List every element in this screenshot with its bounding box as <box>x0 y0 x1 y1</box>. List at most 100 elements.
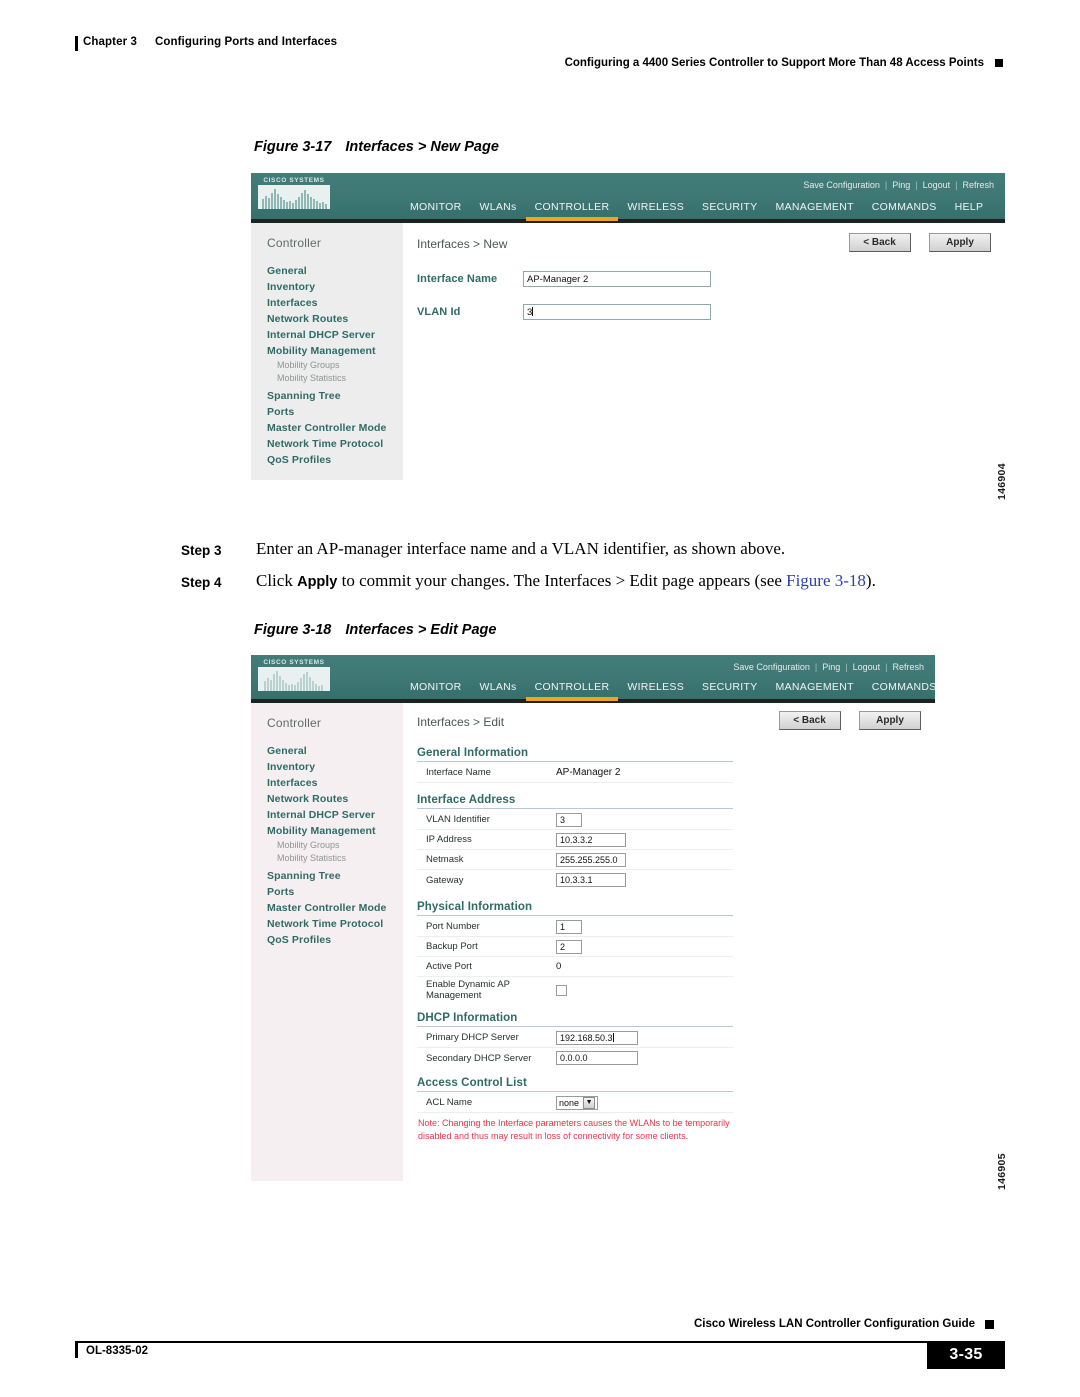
secondary-dhcp-server-input[interactable]: 0.0.0.0 <box>556 1051 638 1065</box>
interface-name-label-new: Interface Name <box>417 273 498 285</box>
logout-link-edit[interactable]: Logout <box>849 662 885 672</box>
wlc-main-nav-new[interactable]: MONITOR WLANs CONTROLLER WIRELESS SECURITY MA… <box>251 197 1005 221</box>
step-4-figure-xref[interactable]: Figure 3-18 <box>786 571 866 590</box>
sidebar-item-qos-profiles-new[interactable]: QoS Profiles <box>251 452 403 468</box>
sidebar-item-inventory-edit[interactable]: Inventory <box>251 759 403 775</box>
netmask-input[interactable]: 255.255.255.0 <box>556 852 626 867</box>
wlc-sidebar-new: Controller General Inventory Interfaces … <box>251 223 403 480</box>
nav-controller-edit[interactable]: CONTROLLER <box>525 679 619 701</box>
sidebar-item-inventory-new[interactable]: Inventory <box>251 279 403 295</box>
acl-name-select[interactable]: none ▼ <box>556 1095 599 1110</box>
save-configuration-link-edit[interactable]: Save Configuration <box>729 662 814 672</box>
sidebar-item-network-routes-new[interactable]: Network Routes <box>251 311 403 327</box>
nav-help-new[interactable]: HELP <box>946 199 993 217</box>
active-port-label: Active Port <box>426 961 472 972</box>
nav-wlans-new[interactable]: WLANs <box>471 199 526 217</box>
apply-button-edit[interactable]: Apply <box>859 711 921 730</box>
sidebar-title-new: Controller <box>267 236 322 250</box>
wlc-main-nav-edit[interactable]: MONITOR WLANs CONTROLLER WIRELESS SECURITY MA… <box>251 677 935 701</box>
sidebar-item-internal-dhcp-server-edit[interactable]: Internal DHCP Server <box>251 807 403 823</box>
vlan-identifier-input[interactable]: 3 <box>556 812 582 827</box>
sidebar-item-spanning-tree-edit[interactable]: Spanning Tree <box>251 868 403 884</box>
step-3-label: Step 3 <box>181 543 222 558</box>
nav-wireless-edit[interactable]: WIRELESS <box>618 679 693 697</box>
wlc-header-bar-edit: CISCO SYSTEMS Save Configuration | Ping … <box>251 655 935 701</box>
refresh-link-new[interactable]: Refresh <box>958 180 998 190</box>
primary-dhcp-server-input[interactable]: 192.168.50.3 <box>556 1030 638 1045</box>
nav-monitor-new[interactable]: MONITOR <box>401 199 471 217</box>
ip-address-input[interactable]: 10.3.3.2 <box>556 832 626 847</box>
nav-wlans-edit[interactable]: WLANs <box>471 679 526 697</box>
sidebar-item-general-edit[interactable]: General <box>251 743 403 759</box>
sidebar-item-mobility-management-new[interactable]: Mobility Management <box>251 343 403 359</box>
breadcrumb-new: Interfaces > New <box>417 237 508 251</box>
figure-3-17-id: 146904 <box>996 463 1008 500</box>
chevron-down-icon[interactable]: ▼ <box>583 1096 596 1109</box>
vlan-id-input-new[interactable]: 3 <box>523 304 711 320</box>
sidebar-item-network-time-protocol-edit[interactable]: Network Time Protocol <box>251 916 403 932</box>
secondary-dhcp-server-label: Secondary DHCP Server <box>426 1052 532 1064</box>
sidebar-item-network-time-protocol-new[interactable]: Network Time Protocol <box>251 436 403 452</box>
port-number-input[interactable]: 1 <box>556 919 582 934</box>
sidebar-item-master-controller-mode-edit[interactable]: Master Controller Mode <box>251 900 403 916</box>
interface-name-input-new[interactable]: AP-Manager 2 <box>523 271 711 287</box>
enable-dynamic-ap-management-checkbox[interactable] <box>556 984 567 996</box>
back-button-new[interactable]: < Back <box>848 233 911 252</box>
acl-name-selected-value: none <box>559 1097 580 1108</box>
nav-controller-new[interactable]: CONTROLLER <box>525 199 619 221</box>
sidebar-item-qos-profiles-edit[interactable]: QoS Profiles <box>251 932 403 948</box>
general-interface-name-row: Interface Name AP-Manager 2 <box>417 763 733 783</box>
vlan-id-row-new: VLAN Id 3 <box>417 304 993 320</box>
ip-address-row: IP Address 10.3.3.2 <box>417 830 733 850</box>
nav-security-new[interactable]: SECURITY <box>693 199 767 217</box>
wlc-top-links-edit[interactable]: Save Configuration | Ping | Logout | Refresh <box>729 662 928 672</box>
logout-link-new[interactable]: Logout <box>919 180 955 190</box>
sidebar-item-mobility-statistics-new[interactable]: Mobility Statistics <box>251 372 403 385</box>
interface-address-rule <box>417 808 733 809</box>
vlan-identifier-label: VLAN Identifier <box>426 814 490 825</box>
sidebar-item-interfaces-new[interactable]: Interfaces <box>251 295 403 311</box>
refresh-link-edit[interactable]: Refresh <box>888 662 928 672</box>
step-4-bold-apply: Apply <box>297 574 338 590</box>
backup-port-input[interactable]: 2 <box>556 939 582 954</box>
sidebar-item-ports-edit[interactable]: Ports <box>251 884 403 900</box>
nav-monitor-edit[interactable]: MONITOR <box>401 679 471 697</box>
nav-commands-edit[interactable]: COMMANDS <box>863 679 935 697</box>
sidebar-item-mobility-statistics-edit[interactable]: Mobility Statistics <box>251 852 403 865</box>
primary-dhcp-server-label: Primary DHCP Server <box>426 1032 519 1043</box>
nav-management-new[interactable]: MANAGEMENT <box>767 199 863 217</box>
wlc-top-links-new[interactable]: Save Configuration | Ping | Logout | Refresh <box>799 180 998 190</box>
sidebar-item-master-controller-mode-new[interactable]: Master Controller Mode <box>251 420 403 436</box>
sidebar-item-network-routes-edit[interactable]: Network Routes <box>251 791 403 807</box>
step-3-text: Enter an AP-manager interface name and a… <box>256 539 786 558</box>
physical-information-rule <box>417 915 733 916</box>
nav-commands-new[interactable]: COMMANDS <box>863 199 946 217</box>
interface-name-row-new: Interface Name AP-Manager 2 <box>417 271 993 287</box>
text-caret-dhcp <box>612 1032 614 1042</box>
sidebar-item-mobility-groups-new[interactable]: Mobility Groups <box>251 359 403 372</box>
figure-3-18-caption: Figure 3-18 Interfaces > Edit Page <box>254 622 496 638</box>
apply-button-new[interactable]: Apply <box>929 233 991 252</box>
back-button-edit[interactable]: < Back <box>778 711 841 730</box>
sidebar-item-internal-dhcp-server-new[interactable]: Internal DHCP Server <box>251 327 403 343</box>
save-configuration-link-new[interactable]: Save Configuration <box>799 180 884 190</box>
cisco-logo-text-new: CISCO SYSTEMS <box>263 177 325 184</box>
figure-3-17-caption: Figure 3-17 Interfaces > New Page <box>254 139 499 155</box>
sidebar-item-spanning-tree-new[interactable]: Spanning Tree <box>251 388 403 404</box>
sidebar-item-mobility-groups-edit[interactable]: Mobility Groups <box>251 839 403 852</box>
interfaces-edit-screenshot: CISCO SYSTEMS Save Configuration | Ping … <box>251 655 935 1181</box>
nav-management-edit[interactable]: MANAGEMENT <box>767 679 863 697</box>
sidebar-item-general-new[interactable]: General <box>251 263 403 279</box>
step-4-tail: ). <box>865 571 876 590</box>
nav-security-edit[interactable]: SECURITY <box>693 679 767 697</box>
sidebar-item-interfaces-edit[interactable]: Interfaces <box>251 775 403 791</box>
sidebar-item-ports-new[interactable]: Ports <box>251 404 403 420</box>
acl-name-row: ACL Name none ▼ <box>417 1093 733 1113</box>
ping-link-new[interactable]: Ping <box>888 180 914 190</box>
ping-link-edit[interactable]: Ping <box>818 662 844 672</box>
wlc-content-edit: Interfaces > Edit < Back Apply General I… <box>403 703 935 1181</box>
netmask-label: Netmask <box>426 854 464 865</box>
gateway-input[interactable]: 10.3.3.1 <box>556 873 626 887</box>
nav-wireless-new[interactable]: WIRELESS <box>618 199 693 217</box>
sidebar-item-mobility-management-edit[interactable]: Mobility Management <box>251 823 403 839</box>
